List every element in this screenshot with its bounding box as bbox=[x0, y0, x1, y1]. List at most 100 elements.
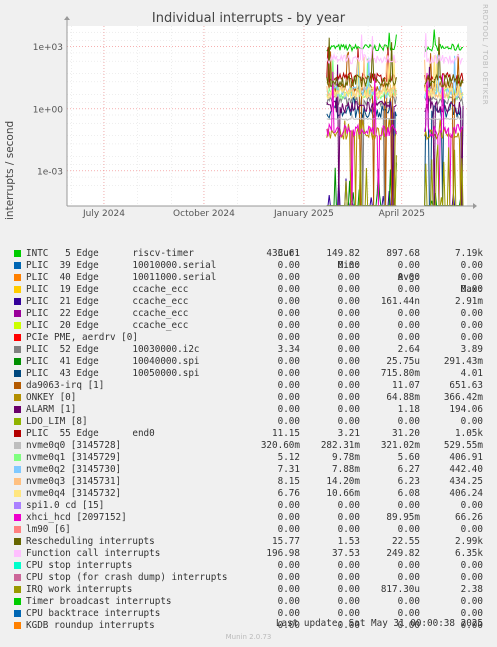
legend-label: CPU stop interrupts bbox=[26, 560, 133, 571]
legend-row: PLIC 40 Edge 10011000.serial 0.00 0.00 0.00… bbox=[0, 272, 497, 284]
legend-swatch bbox=[14, 298, 21, 305]
legend-min: 9.78m bbox=[332, 452, 360, 463]
legend-min: 0.00 bbox=[337, 368, 360, 379]
legend-label: PLIC 22 Edge ccache_ecc bbox=[26, 308, 189, 319]
y-tick-label: 1e-03 bbox=[37, 167, 63, 177]
legend-label: lm90 [6] bbox=[26, 524, 71, 535]
legend-avg: 161.44n bbox=[380, 296, 420, 307]
legend-max: 4.01 bbox=[460, 368, 483, 379]
legend-cur: 0.00 bbox=[277, 560, 300, 571]
legend-avg: 817.30u bbox=[380, 584, 420, 595]
legend-avg: 0.00 bbox=[397, 260, 420, 271]
y-axis-arrow bbox=[64, 16, 70, 20]
legend-max: 442.40 bbox=[449, 464, 483, 475]
legend-min: 0.00 bbox=[337, 512, 360, 523]
legend-avg: 25.75u bbox=[386, 356, 420, 367]
legend-cur: 8.15 bbox=[277, 476, 300, 487]
legend-avg: 0.00 bbox=[397, 524, 420, 535]
legend-avg: 1.18 bbox=[397, 404, 420, 415]
legend-row: xhci_hcd [2097152] 0.00 0.00 89.95m 66.26 bbox=[0, 512, 497, 524]
legend-cur: 0.00 bbox=[277, 320, 300, 331]
legend-cur: 320.60m bbox=[260, 440, 300, 451]
legend-max: 3.89 bbox=[460, 344, 483, 355]
legend-cur: 0.00 bbox=[277, 584, 300, 595]
legend-row: PLIC 19 Edge ccache_ecc 0.00 0.00 0.00 0.00 bbox=[0, 284, 497, 296]
legend-swatch bbox=[14, 358, 21, 365]
legend-cur: 0.00 bbox=[277, 368, 300, 379]
legend-row: nvme0q3 [3145731] 8.15 14.20m 6.23 434.25 bbox=[0, 476, 497, 488]
legend-swatch bbox=[14, 382, 21, 389]
legend-label: PLIC 52 Edge 10030000.i2c bbox=[26, 344, 200, 355]
legend-min: 0.00 bbox=[337, 584, 360, 595]
legend-cur: 0.00 bbox=[277, 284, 300, 295]
legend-cur: 0.00 bbox=[277, 332, 300, 343]
legend-label: PLIC 41 Edge 10040000.spi bbox=[26, 356, 200, 367]
legend-min: 0.00 bbox=[337, 416, 360, 427]
legend-max: 0.00 bbox=[460, 560, 483, 571]
legend-label: LDO_LIM [8] bbox=[26, 416, 88, 427]
legend-row: PCIe PME, aerdrv [0] 0.00 0.00 0.00 0.00 bbox=[0, 332, 497, 344]
legend-max: 6.35k bbox=[455, 548, 483, 559]
y-tick-label: 1e+03 bbox=[33, 43, 63, 53]
legend-avg: 0.00 bbox=[397, 596, 420, 607]
legend-min: 7.88m bbox=[332, 464, 360, 475]
legend-cur: 0.00 bbox=[277, 416, 300, 427]
legend-row: ONKEY [0] 0.00 0.00 64.88m 366.42m bbox=[0, 392, 497, 404]
legend-swatch bbox=[14, 322, 21, 329]
legend-swatch bbox=[14, 514, 21, 521]
legend-label: PLIC 21 Edge ccache_ecc bbox=[26, 296, 189, 307]
legend-min: 0.00 bbox=[337, 404, 360, 415]
legend-avg: 0.00 bbox=[397, 416, 420, 427]
y-tick-label: 1e+00 bbox=[33, 105, 64, 115]
legend-row: nvme0q2 [3145730] 7.31 7.88m 6.27 442.40 bbox=[0, 464, 497, 476]
legend-swatch bbox=[14, 526, 21, 533]
legend-max: 291.43m bbox=[443, 356, 483, 367]
legend-swatch bbox=[14, 406, 21, 413]
legend-avg: 249.82 bbox=[386, 548, 420, 559]
legend-label: CPU backtrace interrupts bbox=[26, 608, 161, 619]
legend-row: da9063-irq [1] 0.00 0.00 11.07 651.63 bbox=[0, 380, 497, 392]
legend-cur: 0.00 bbox=[277, 524, 300, 535]
legend-row: PLIC 43 Edge 10050000.spi 0.00 0.00 715.80m… bbox=[0, 368, 497, 380]
legend-swatch bbox=[14, 430, 21, 437]
legend-label: Timer broadcast interrupts bbox=[26, 596, 172, 607]
legend-label: IRQ work interrupts bbox=[26, 584, 133, 595]
legend-swatch bbox=[14, 586, 21, 593]
legend-swatch bbox=[14, 490, 21, 497]
legend-cur: 0.00 bbox=[277, 272, 300, 283]
legend-row: INTC 5 Edge riscv-timer 433.61 149.82 897.6… bbox=[0, 248, 497, 260]
legend-swatch bbox=[14, 454, 21, 461]
legend-avg: 321.02m bbox=[380, 440, 420, 451]
legend-avg: 0.00 bbox=[397, 272, 420, 283]
legend-avg: 0.00 bbox=[397, 332, 420, 343]
legend-cur: 0.00 bbox=[277, 512, 300, 523]
legend-avg: 2.64 bbox=[397, 344, 420, 355]
legend-cur: 7.31 bbox=[277, 464, 300, 475]
legend-avg: 0.00 bbox=[397, 320, 420, 331]
legend-swatch bbox=[14, 442, 21, 449]
legend-swatch bbox=[14, 562, 21, 569]
legend-min: 0.00 bbox=[337, 380, 360, 391]
legend-max: 0.00 bbox=[460, 500, 483, 511]
legend-min: 1.53 bbox=[337, 536, 360, 547]
x-axis-arrow bbox=[473, 203, 477, 209]
x-tick-label: October 2024 bbox=[173, 209, 235, 219]
legend-swatch bbox=[14, 286, 21, 293]
legend-swatch bbox=[14, 598, 21, 605]
legend-cur: 3.34 bbox=[277, 344, 300, 355]
legend-min: 149.82 bbox=[326, 248, 360, 259]
legend-label: Function call interrupts bbox=[26, 548, 161, 559]
legend-label: CPU stop (for crash dump) interrupts bbox=[26, 572, 228, 583]
legend-max: 0.00 bbox=[460, 524, 483, 535]
legend-min: 0.00 bbox=[337, 296, 360, 307]
legend-row: LDO_LIM [8] 0.00 0.00 0.00 0.00 bbox=[0, 416, 497, 428]
legend-min: 0.00 bbox=[337, 356, 360, 367]
legend-avg: 0.00 bbox=[397, 572, 420, 583]
legend-cur: 0.00 bbox=[277, 356, 300, 367]
legend-max: 194.06 bbox=[449, 404, 483, 415]
legend-label: PCIe PME, aerdrv [0] bbox=[26, 332, 138, 343]
legend-min: 0.00 bbox=[337, 284, 360, 295]
legend-avg: 0.00 bbox=[397, 500, 420, 511]
legend-max: 7.19k bbox=[455, 248, 483, 259]
legend-min: 0.00 bbox=[337, 392, 360, 403]
